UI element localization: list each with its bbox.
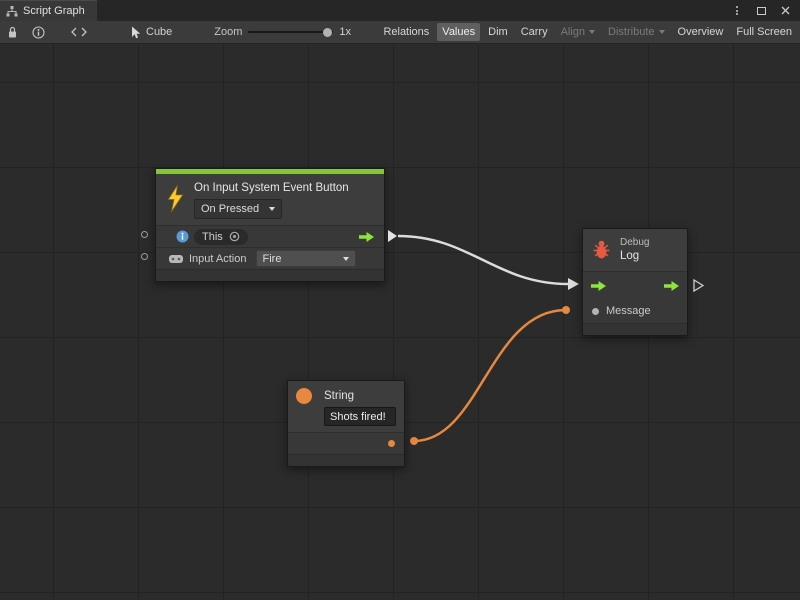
values-button[interactable]: Values: [437, 23, 480, 41]
zoom-slider[interactable]: [248, 31, 333, 33]
lightning-icon: [165, 185, 186, 212]
flow-output-port[interactable]: [664, 281, 679, 291]
overview-label: Overview: [678, 26, 724, 38]
dim-label: Dim: [488, 26, 508, 38]
input-action-input-port[interactable]: [141, 253, 148, 260]
flow-connection[interactable]: [398, 236, 568, 284]
graph-canvas[interactable]: On Input System Event Button On Pressed …: [0, 44, 800, 600]
node-string-literal[interactable]: String: [287, 380, 405, 467]
string-value-input[interactable]: [324, 407, 396, 426]
align-label: Align: [561, 26, 585, 38]
script-graph-window: Script Graph: [0, 0, 800, 600]
debug-message-row: Message: [583, 299, 687, 323]
node-title: Log: [620, 249, 649, 263]
distribute-label: Distribute: [608, 26, 654, 38]
align-button[interactable]: Align: [556, 23, 600, 41]
flow-connection-arrowhead: [568, 278, 579, 290]
distribute-button[interactable]: Distribute: [603, 23, 669, 41]
fullscreen-button[interactable]: Full Screen: [731, 23, 797, 41]
info-badge-icon: [176, 230, 189, 243]
input-action-dropdown[interactable]: Fire: [256, 250, 356, 267]
event-node-header: On Input System Event Button On Pressed: [156, 174, 384, 225]
dim-button[interactable]: Dim: [483, 23, 513, 41]
node-title: String: [324, 390, 354, 402]
window-controls: [730, 0, 800, 21]
zoom-slider-knob[interactable]: [323, 28, 332, 37]
window-titlebar: Script Graph: [0, 0, 800, 21]
this-object-field[interactable]: This: [194, 229, 248, 245]
input-action-row: Input Action Fire: [156, 247, 384, 269]
message-input-port[interactable]: [592, 308, 599, 315]
pointer-icon: [131, 26, 141, 39]
info-icon[interactable]: [32, 26, 45, 39]
relations-button[interactable]: Relations: [378, 23, 434, 41]
toolbar-buttons: Relations Values Dim Carry Align Distrib…: [378, 23, 800, 41]
chevron-down-icon: [659, 30, 665, 34]
kebab-menu-icon: [736, 5, 738, 17]
node-footer: [156, 269, 384, 281]
message-label: Message: [606, 305, 651, 317]
trigger-value: On Pressed: [201, 203, 259, 215]
fullscreen-label: Full Screen: [736, 26, 792, 38]
window-menu-button[interactable]: [730, 3, 744, 19]
string-output-port[interactable]: [388, 440, 395, 447]
input-action-value: Fire: [263, 253, 282, 265]
tab-script-graph[interactable]: Script Graph: [0, 0, 97, 21]
zoom-label: Zoom: [214, 26, 242, 38]
string-connection-end-dot: [562, 306, 570, 314]
relations-label: Relations: [383, 26, 429, 38]
debug-node-header: Debug Log: [583, 229, 687, 271]
lock-icon[interactable]: [7, 26, 18, 39]
input-action-label: Input Action: [189, 253, 247, 265]
chevron-down-icon: [269, 207, 275, 211]
object-picker-icon[interactable]: [229, 231, 240, 242]
this-label: This: [202, 231, 223, 243]
string-node-header: String: [288, 381, 404, 432]
chevron-down-icon: [343, 257, 349, 261]
connected-flow-output-port[interactable]: [388, 230, 397, 242]
code-view-icon[interactable]: [71, 27, 87, 37]
graph-toolbar: Cube Zoom 1x Relations Values Dim Carry …: [0, 21, 800, 44]
trigger-dropdown[interactable]: On Pressed: [194, 199, 282, 219]
node-on-input-system-event-button[interactable]: On Input System Event Button On Pressed …: [155, 168, 385, 282]
string-connection-start-dot: [410, 437, 418, 445]
this-row: This: [156, 225, 384, 247]
graph-target[interactable]: Cube: [131, 26, 172, 39]
chevron-down-icon: [589, 30, 595, 34]
maximize-icon: [757, 7, 766, 15]
target-object-label: Cube: [146, 26, 172, 38]
script-graph-icon: [6, 6, 18, 17]
debug-flow-row: [583, 271, 687, 299]
maximize-button[interactable]: [754, 3, 768, 19]
node-title: On Input System Event Button: [194, 181, 376, 195]
carry-label: Carry: [521, 26, 548, 38]
flow-input-port[interactable]: [591, 281, 606, 291]
flow-continuation-port[interactable]: [693, 279, 704, 292]
close-button[interactable]: [778, 3, 792, 19]
debug-node-titles: Debug Log: [620, 237, 649, 263]
close-icon: [781, 6, 790, 15]
this-input-port[interactable]: [141, 231, 148, 238]
string-port-row: [288, 432, 404, 454]
zoom-control: Zoom 1x: [214, 26, 351, 38]
values-label: Values: [442, 26, 475, 38]
node-category: Debug: [620, 237, 649, 249]
tab-title: Script Graph: [23, 5, 85, 17]
carry-button[interactable]: Carry: [516, 23, 553, 41]
flow-output-port[interactable]: [359, 232, 374, 242]
string-type-icon: [296, 388, 312, 404]
node-debug-log[interactable]: Debug Log Message: [582, 228, 688, 336]
node-footer: [288, 454, 404, 466]
input-action-icon: [168, 254, 184, 264]
node-footer: [583, 323, 687, 335]
bug-icon: [591, 239, 612, 261]
string-connection[interactable]: [414, 310, 566, 441]
zoom-value: 1x: [339, 26, 351, 38]
overview-button[interactable]: Overview: [673, 23, 729, 41]
